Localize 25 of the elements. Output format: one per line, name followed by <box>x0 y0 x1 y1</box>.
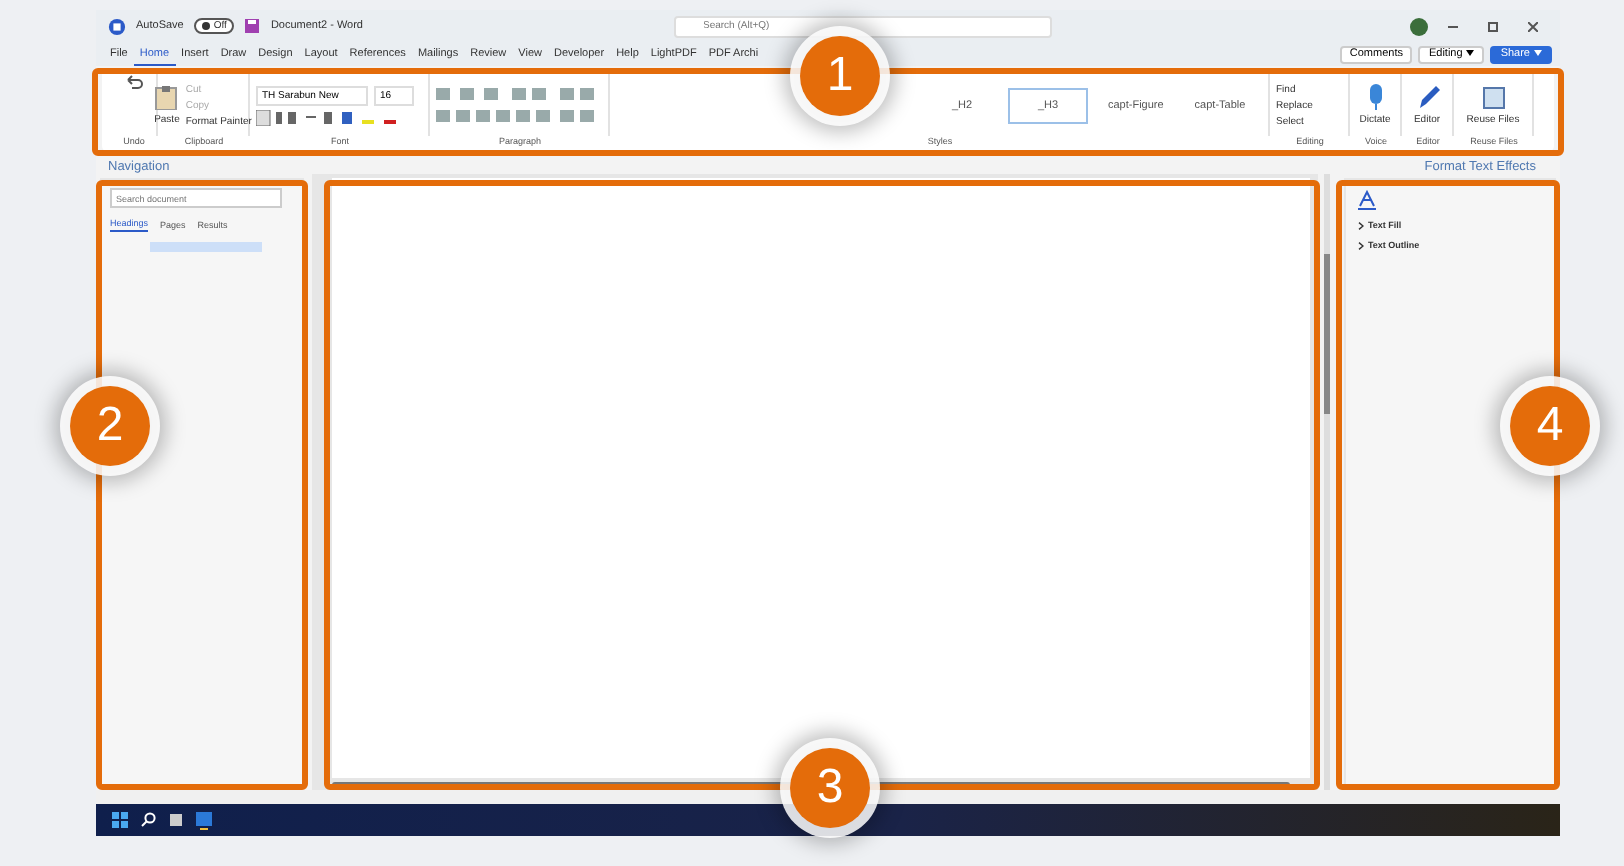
minimize-icon[interactable] <box>1448 25 1458 27</box>
chevron-icon[interactable] <box>1358 241 1364 249</box>
clipboard-icon[interactable] <box>154 84 179 110</box>
number-badge: 4 <box>1510 386 1590 466</box>
text-fill-icon[interactable] <box>1358 190 1376 210</box>
start-icon[interactable] <box>112 812 128 828</box>
save-icon[interactable] <box>244 18 261 34</box>
caret-icon[interactable] <box>1466 50 1475 56</box>
avatar-icon[interactable] <box>1410 17 1428 35</box>
undo-icon[interactable] <box>123 74 143 90</box>
chevron-icon[interactable] <box>1358 221 1364 229</box>
task-view-icon[interactable] <box>168 812 184 828</box>
restore-icon[interactable] <box>1488 21 1498 31</box>
search-icon[interactable] <box>140 812 156 828</box>
heading-highlight <box>150 242 262 252</box>
word-taskbar-icon[interactable] <box>196 811 212 829</box>
word-logo-icon <box>108 17 126 35</box>
number-badge: 1 <box>800 36 880 116</box>
microphone-icon[interactable] <box>1367 84 1383 110</box>
close-icon[interactable] <box>1528 21 1538 31</box>
scrollbar[interactable] <box>1324 174 1330 790</box>
number-badge: 2 <box>70 386 150 466</box>
number-badge: 3 <box>790 748 870 828</box>
pen-icon[interactable] <box>1415 84 1439 110</box>
files-icon[interactable] <box>1481 85 1505 109</box>
